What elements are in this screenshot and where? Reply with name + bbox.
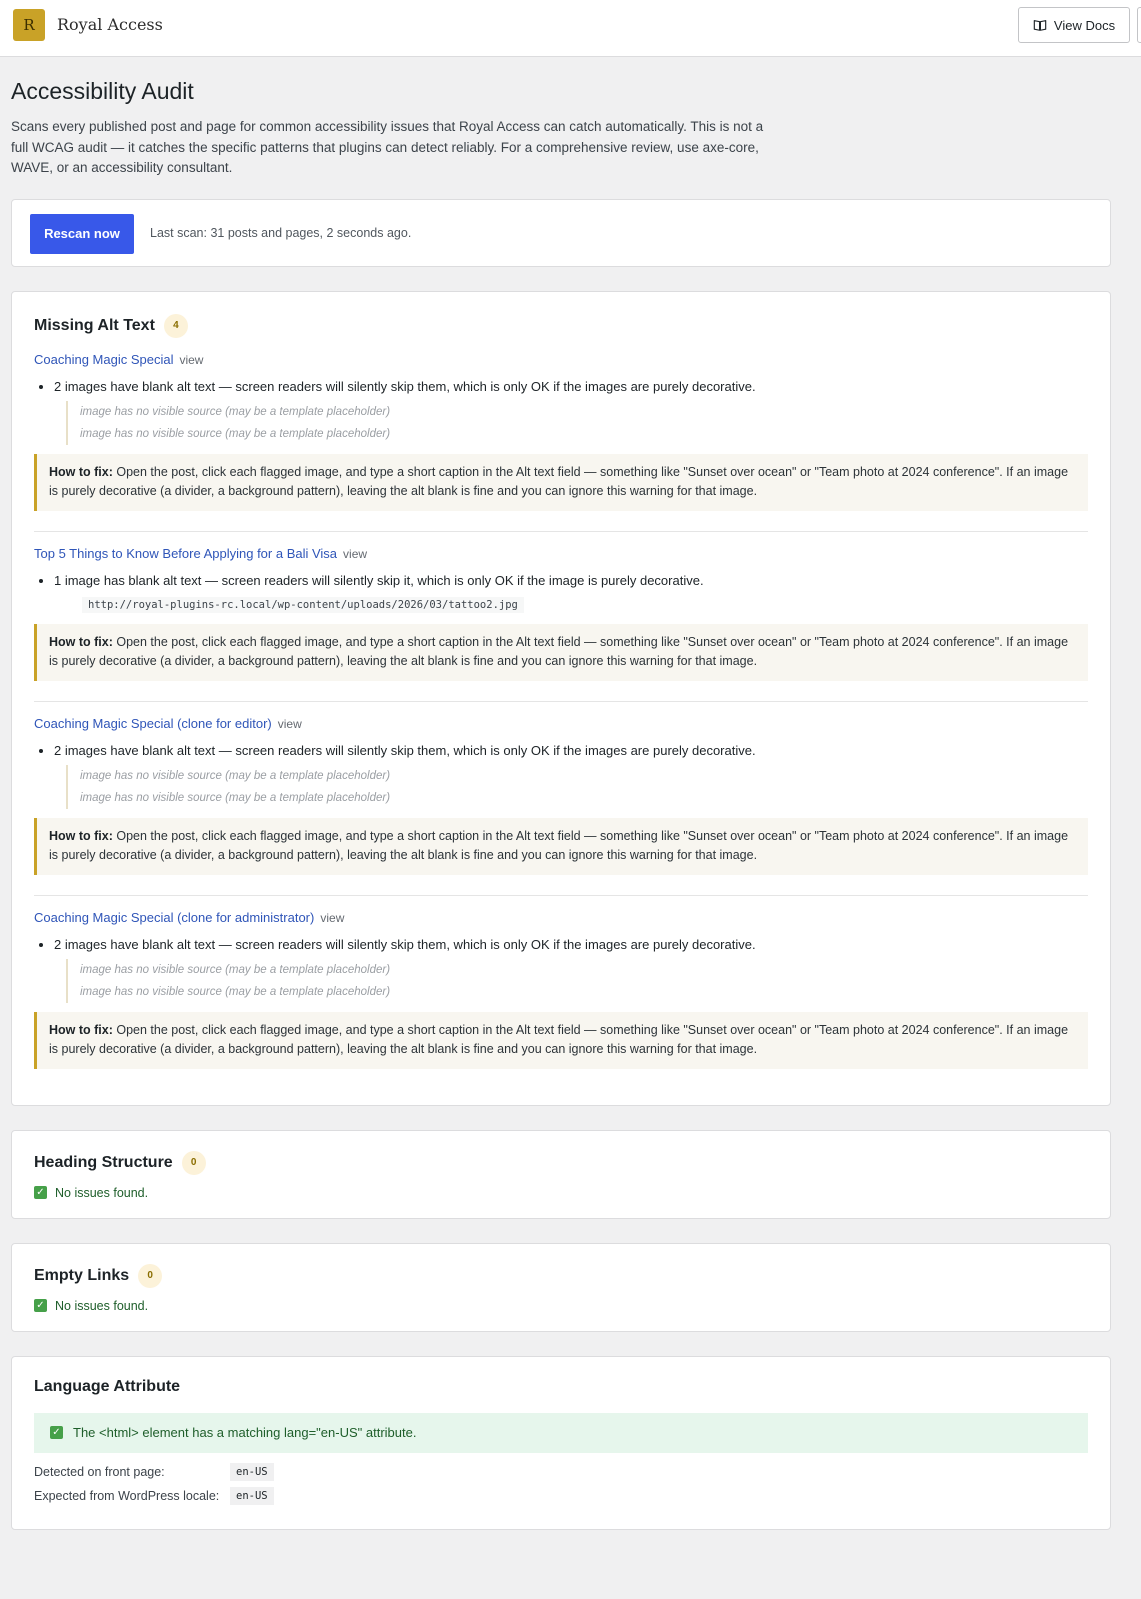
issue-details: image has no visible source (may be a te… [66,400,1088,445]
issue-message: 1 image has blank alt text — screen read… [54,571,1088,591]
view-link[interactable]: view [343,547,367,561]
section-heading: Missing Alt Text 4 [34,313,1088,338]
issue-details: image has no visible source (may be a te… [66,764,1088,809]
detail-placeholder: image has no visible source (may be a te… [80,963,391,976]
post-link[interactable]: Coaching Magic Special (clone for admini… [34,910,314,925]
page-title: Accessibility Audit [11,78,194,104]
status-text: No issues found. [55,1185,149,1200]
detected-lang-row: Detected on front page: en-US [34,1462,1088,1481]
how-to-fix-box: How to fix: Open the post, click each fl… [34,453,1088,511]
fix-text: Open the post, click each flagged image,… [49,1022,1069,1057]
status-text: No issues found. [55,1298,149,1313]
post-link[interactable]: Coaching Magic Special (clone for editor… [34,716,272,731]
fix-text: Open the post, click each flagged image,… [49,828,1069,863]
how-to-fix-box: How to fix: Open the post, click each fl… [34,1011,1088,1069]
view-docs-label: View Docs [1053,17,1116,33]
fix-text: Open the post, click each flagged image,… [49,464,1069,499]
issue-item: Coaching Magic Special (clone for admini… [34,910,1088,1087]
view-link[interactable]: view [179,353,203,367]
checkmark-icon: ✓ [50,1426,63,1439]
top-bar: R Royal Access View Docs [0,0,1141,57]
image-url: http://royal-plugins-rc.local/wp-content… [82,596,524,613]
missing-alt-section: Missing Alt Text 4 Coaching Magic Specia… [11,290,1111,1106]
expected-value: en-US [230,1486,274,1505]
expected-lang-row: Expected from WordPress locale: en-US [34,1486,1088,1505]
section-heading: Heading Structure 0 [34,1150,1088,1175]
post-link[interactable]: Coaching Magic Special [34,352,173,367]
status-ok: ✓ No issues found. [34,1186,1088,1200]
heading-structure-section: Heading Structure 0 ✓ No issues found. [11,1129,1111,1219]
fix-label: How to fix: [49,828,113,843]
issue-message: 2 images have blank alt text — screen re… [54,377,1088,397]
book-icon [1033,20,1047,31]
empty-links-section: Empty Links 0 ✓ No issues found. [11,1242,1111,1332]
issue-item: Coaching Magic Special view 2 images hav… [34,352,1088,532]
brand-name: Royal Access [57,15,163,34]
issue-count-badge: 0 [181,1150,206,1175]
detail-placeholder: image has no visible source (may be a te… [80,427,391,440]
section-title: Heading Structure [34,1153,173,1171]
fix-label: How to fix: [49,634,113,649]
checkmark-icon: ✓ [34,1186,47,1199]
detected-value: en-US [230,1462,274,1481]
last-scan-text: Last scan: 31 posts and pages, 2 seconds… [150,225,412,240]
language-section: Language Attribute ✓ The <html> element … [11,1355,1111,1530]
status-ok: ✓ No issues found. [34,1299,1088,1313]
section-title: Language Attribute [34,1377,181,1395]
fix-label: How to fix: [49,1022,113,1037]
expected-label: Expected from WordPress locale: [34,1488,220,1503]
issue-details: http://royal-plugins-rc.local/wp-content… [76,595,1088,615]
detected-label: Detected on front page: [34,1464,165,1479]
section-heading: Empty Links 0 [34,1263,1088,1288]
view-link[interactable]: view [278,717,302,731]
issue-message: 2 images have blank alt text — screen re… [54,935,1088,955]
header-secondary-button[interactable] [1137,7,1141,43]
section-heading: Language Attribute [34,1375,1088,1399]
detail-placeholder: image has no visible source (may be a te… [80,769,391,782]
main-content: Accessibility Audit Scans every publishe… [11,57,1111,1530]
language-status-banner: ✓ The <html> element has a matching lang… [34,1412,1088,1453]
scan-card: Rescan now Last scan: 31 posts and pages… [11,198,1111,267]
section-title: Empty Links [34,1266,130,1284]
logo: R [13,9,45,41]
fix-label: How to fix: [49,464,113,479]
rescan-button[interactable]: Rescan now [30,213,134,254]
checkmark-icon: ✓ [34,1299,47,1312]
detail-placeholder: image has no visible source (may be a te… [80,791,391,804]
post-link[interactable]: Top 5 Things to Know Before Applying for… [34,546,337,561]
view-link[interactable]: view [320,911,344,925]
page-intro: Scans every published post and page for … [11,119,764,175]
issue-item: Top 5 Things to Know Before Applying for… [34,546,1088,702]
issue-item: Coaching Magic Special (clone for editor… [34,716,1088,896]
issue-count-badge: 4 [163,313,188,338]
detail-placeholder: image has no visible source (may be a te… [80,985,391,998]
issue-message: 2 images have blank alt text — screen re… [54,741,1088,761]
issue-count-badge: 0 [138,1263,163,1288]
detail-placeholder: image has no visible source (may be a te… [80,405,391,418]
how-to-fix-box: How to fix: Open the post, click each fl… [34,623,1088,681]
view-docs-button[interactable]: View Docs [1018,7,1130,43]
fix-text: Open the post, click each flagged image,… [49,634,1069,669]
how-to-fix-box: How to fix: Open the post, click each fl… [34,817,1088,875]
language-status-text: The <html> element has a matching lang="… [73,1425,417,1440]
section-title: Missing Alt Text [34,316,155,334]
issue-details: image has no visible source (may be a te… [66,958,1088,1003]
